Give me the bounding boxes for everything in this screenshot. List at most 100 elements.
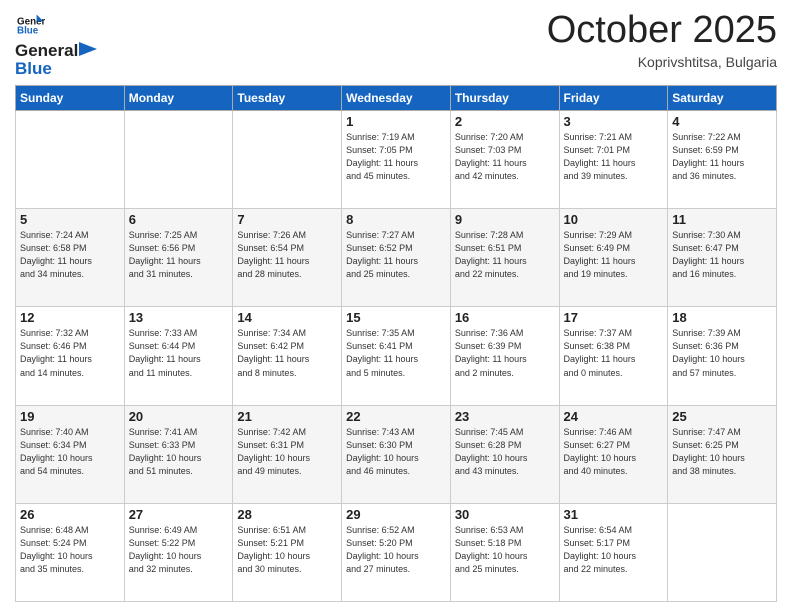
col-tuesday: Tuesday <box>233 86 342 111</box>
day-number: 2 <box>455 114 555 129</box>
day-number: 26 <box>20 507 120 522</box>
calendar-week-row: 12 Sunrise: 7:32 AM Sunset: 6:46 PM Dayli… <box>16 307 777 405</box>
day-number: 3 <box>564 114 664 129</box>
calendar-week-row: 1 Sunrise: 7:19 AM Sunset: 7:05 PM Daylig… <box>16 111 777 209</box>
day-details: Sunrise: 7:39 AM Sunset: 6:36 PM Dayligh… <box>672 327 772 379</box>
day-number: 18 <box>672 310 772 325</box>
calendar-cell: 27 Sunrise: 6:49 AM Sunset: 5:22 PM Dayli… <box>124 503 233 601</box>
calendar-cell: 10 Sunrise: 7:29 AM Sunset: 6:49 PM Dayli… <box>559 209 668 307</box>
day-details: Sunrise: 7:41 AM Sunset: 6:33 PM Dayligh… <box>129 426 229 478</box>
calendar-cell: 31 Sunrise: 6:54 AM Sunset: 5:17 PM Dayli… <box>559 503 668 601</box>
day-number: 1 <box>346 114 446 129</box>
calendar-cell: 28 Sunrise: 6:51 AM Sunset: 5:21 PM Dayli… <box>233 503 342 601</box>
day-details: Sunrise: 7:19 AM Sunset: 7:05 PM Dayligh… <box>346 131 446 183</box>
day-details: Sunrise: 7:46 AM Sunset: 6:27 PM Dayligh… <box>564 426 664 478</box>
calendar-cell: 3 Sunrise: 7:21 AM Sunset: 7:01 PM Daylig… <box>559 111 668 209</box>
day-details: Sunrise: 7:45 AM Sunset: 6:28 PM Dayligh… <box>455 426 555 478</box>
calendar-cell: 5Sunrise: 7:24 AM Sunset: 6:58 PM Daylig… <box>16 209 125 307</box>
day-details: Sunrise: 6:53 AM Sunset: 5:18 PM Dayligh… <box>455 524 555 576</box>
day-number: 11 <box>672 212 772 227</box>
calendar-cell: 21Sunrise: 7:42 AM Sunset: 6:31 PM Dayli… <box>233 405 342 503</box>
day-details: Sunrise: 6:54 AM Sunset: 5:17 PM Dayligh… <box>564 524 664 576</box>
calendar-cell: 16 Sunrise: 7:36 AM Sunset: 6:39 PM Dayli… <box>450 307 559 405</box>
day-number: 22 <box>346 409 446 424</box>
col-sunday: Sunday <box>16 86 125 111</box>
calendar-cell: 15Sunrise: 7:35 AM Sunset: 6:41 PM Dayli… <box>342 307 451 405</box>
calendar-cell: 11 Sunrise: 7:30 AM Sunset: 6:47 PM Dayli… <box>668 209 777 307</box>
day-details: Sunrise: 7:20 AM Sunset: 7:03 PM Dayligh… <box>455 131 555 183</box>
col-wednesday: Wednesday <box>342 86 451 111</box>
calendar-cell: 17 Sunrise: 7:37 AM Sunset: 6:38 PM Dayli… <box>559 307 668 405</box>
calendar-cell <box>233 111 342 209</box>
day-details: Sunrise: 7:26 AM Sunset: 6:54 PM Dayligh… <box>237 229 337 281</box>
day-number: 28 <box>237 507 337 522</box>
calendar-cell: 23Sunrise: 7:45 AM Sunset: 6:28 PM Dayli… <box>450 405 559 503</box>
day-details: Sunrise: 7:21 AM Sunset: 7:01 PM Dayligh… <box>564 131 664 183</box>
col-thursday: Thursday <box>450 86 559 111</box>
logo-icon: General Blue <box>17 14 45 36</box>
day-number: 16 <box>455 310 555 325</box>
day-details: Sunrise: 7:32 AM Sunset: 6:46 PM Dayligh… <box>20 327 120 379</box>
day-number: 12 <box>20 310 120 325</box>
day-details: Sunrise: 7:33 AM Sunset: 6:44 PM Dayligh… <box>129 327 229 379</box>
logo-arrow-icon <box>79 42 97 56</box>
day-details: Sunrise: 6:51 AM Sunset: 5:21 PM Dayligh… <box>237 524 337 576</box>
day-number: 13 <box>129 310 229 325</box>
calendar-cell <box>668 503 777 601</box>
day-number: 10 <box>564 212 664 227</box>
day-number: 4 <box>672 114 772 129</box>
calendar-cell: 20 Sunrise: 7:41 AM Sunset: 6:33 PM Dayli… <box>124 405 233 503</box>
logo: General Blue General Blue <box>15 14 98 79</box>
day-details: Sunrise: 7:25 AM Sunset: 6:56 PM Dayligh… <box>129 229 229 281</box>
day-number: 25 <box>672 409 772 424</box>
location: Koprivshtitsa, Bulgaria <box>547 54 777 70</box>
month-title: October 2025 <box>547 10 777 52</box>
day-details: Sunrise: 7:37 AM Sunset: 6:38 PM Dayligh… <box>564 327 664 379</box>
day-number: 31 <box>564 507 664 522</box>
calendar-cell: 12 Sunrise: 7:32 AM Sunset: 6:46 PM Dayli… <box>16 307 125 405</box>
day-number: 17 <box>564 310 664 325</box>
day-number: 21 <box>237 409 337 424</box>
calendar-cell: 26 Sunrise: 6:48 AM Sunset: 5:24 PM Dayli… <box>16 503 125 601</box>
col-monday: Monday <box>124 86 233 111</box>
calendar-cell: 9 Sunrise: 7:28 AM Sunset: 6:51 PM Daylig… <box>450 209 559 307</box>
day-number: 7 <box>237 212 337 227</box>
calendar-cell <box>16 111 125 209</box>
calendar-cell: 22 Sunrise: 7:43 AM Sunset: 6:30 PM Dayli… <box>342 405 451 503</box>
day-number: 24 <box>564 409 664 424</box>
calendar-cell: 29 Sunrise: 6:52 AM Sunset: 5:20 PM Dayli… <box>342 503 451 601</box>
day-details: Sunrise: 7:29 AM Sunset: 6:49 PM Dayligh… <box>564 229 664 281</box>
calendar-cell: 8Sunrise: 7:27 AM Sunset: 6:52 PM Daylig… <box>342 209 451 307</box>
day-details: Sunrise: 7:40 AM Sunset: 6:34 PM Dayligh… <box>20 426 120 478</box>
logo-general: General <box>15 41 78 61</box>
calendar-cell: 13 Sunrise: 7:33 AM Sunset: 6:44 PM Dayli… <box>124 307 233 405</box>
day-number: 29 <box>346 507 446 522</box>
col-saturday: Saturday <box>668 86 777 111</box>
day-number: 20 <box>129 409 229 424</box>
calendar-cell: 18 Sunrise: 7:39 AM Sunset: 6:36 PM Dayli… <box>668 307 777 405</box>
day-number: 27 <box>129 507 229 522</box>
col-friday: Friday <box>559 86 668 111</box>
day-details: Sunrise: 7:22 AM Sunset: 6:59 PM Dayligh… <box>672 131 772 183</box>
day-details: Sunrise: 6:48 AM Sunset: 5:24 PM Dayligh… <box>20 524 120 576</box>
day-details: Sunrise: 6:49 AM Sunset: 5:22 PM Dayligh… <box>129 524 229 576</box>
day-details: Sunrise: 7:43 AM Sunset: 6:30 PM Dayligh… <box>346 426 446 478</box>
day-number: 9 <box>455 212 555 227</box>
calendar-cell: 7 Sunrise: 7:26 AM Sunset: 6:54 PM Daylig… <box>233 209 342 307</box>
day-number: 5 <box>20 212 120 227</box>
day-details: Sunrise: 7:36 AM Sunset: 6:39 PM Dayligh… <box>455 327 555 379</box>
day-details: Sunrise: 7:34 AM Sunset: 6:42 PM Dayligh… <box>237 327 337 379</box>
day-details: Sunrise: 7:30 AM Sunset: 6:47 PM Dayligh… <box>672 229 772 281</box>
calendar-cell: 1 Sunrise: 7:19 AM Sunset: 7:05 PM Daylig… <box>342 111 451 209</box>
calendar-cell: 4 Sunrise: 7:22 AM Sunset: 6:59 PM Daylig… <box>668 111 777 209</box>
day-details: Sunrise: 7:28 AM Sunset: 6:51 PM Dayligh… <box>455 229 555 281</box>
calendar-week-row: 19Sunrise: 7:40 AM Sunset: 6:34 PM Dayli… <box>16 405 777 503</box>
calendar-header-row: Sunday Monday Tuesday Wednesday Thursday… <box>16 86 777 111</box>
logo-blue: Blue <box>15 59 98 79</box>
day-details: Sunrise: 7:35 AM Sunset: 6:41 PM Dayligh… <box>346 327 446 379</box>
calendar-week-row: 5Sunrise: 7:24 AM Sunset: 6:58 PM Daylig… <box>16 209 777 307</box>
calendar-cell: 2 Sunrise: 7:20 AM Sunset: 7:03 PM Daylig… <box>450 111 559 209</box>
day-details: Sunrise: 6:52 AM Sunset: 5:20 PM Dayligh… <box>346 524 446 576</box>
calendar-cell: 24 Sunrise: 7:46 AM Sunset: 6:27 PM Dayli… <box>559 405 668 503</box>
day-number: 30 <box>455 507 555 522</box>
